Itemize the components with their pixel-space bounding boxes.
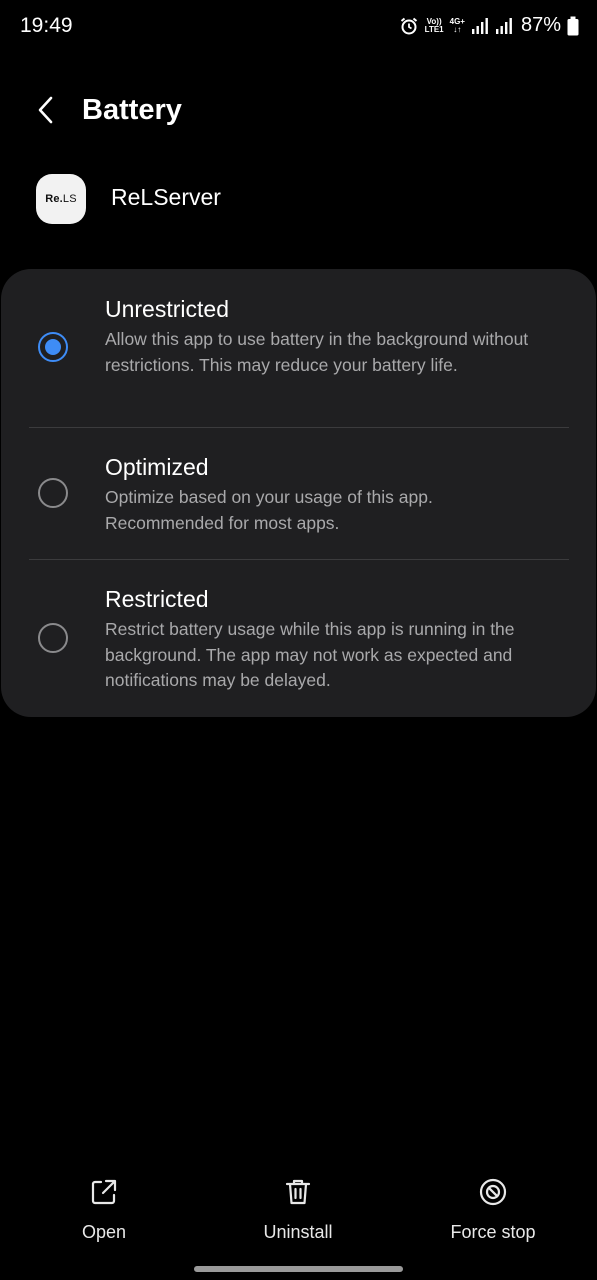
option-description: Optimize based on your usage of this app… [105, 487, 433, 533]
radio-button-unrestricted[interactable] [38, 332, 68, 362]
uninstall-label: Uninstall [263, 1222, 333, 1242]
home-indicator[interactable] [194, 1266, 403, 1272]
open-external-icon [88, 1176, 120, 1208]
app-icon-text: LS [62, 193, 77, 205]
option-optimized[interactable]: Optimized Optimize based on your usage o… [1, 428, 596, 559]
force-stop-label: Force stop [450, 1222, 536, 1242]
back-button[interactable] [28, 94, 64, 130]
chevron-left-icon [35, 95, 57, 130]
force-stop-button[interactable]: Force stop [418, 1176, 568, 1248]
battery-options-card: Unrestricted Allow this app to use batte… [1, 269, 596, 717]
option-description: Allow this app to use battery in the bac… [105, 329, 529, 375]
app-icon: Re.LS [36, 174, 86, 224]
app-info-row: Re.LS ReLServer [0, 172, 597, 224]
trash-icon [282, 1176, 314, 1208]
signal-icon [471, 17, 489, 35]
radio-button-optimized[interactable] [38, 478, 68, 508]
battery-percent: 87% [520, 14, 561, 36]
battery-icon [567, 16, 579, 36]
app-icon-text-bold: Re. [45, 193, 63, 205]
option-restricted[interactable]: Restricted Restrict battery usage while … [1, 560, 596, 717]
header: Battery [0, 84, 597, 140]
app-name: ReLServer [111, 184, 221, 210]
option-title: Unrestricted [105, 296, 229, 322]
option-description: Restrict battery usage while this app is… [105, 619, 515, 690]
signal-icon [495, 17, 513, 35]
force-stop-icon [477, 1176, 509, 1208]
option-unrestricted[interactable]: Unrestricted Allow this app to use batte… [1, 269, 596, 427]
option-title: Restricted [105, 586, 209, 612]
radio-button-restricted[interactable] [38, 623, 68, 653]
option-title: Optimized [105, 454, 209, 480]
uninstall-button[interactable]: Uninstall [223, 1176, 373, 1248]
open-label: Open [81, 1222, 127, 1242]
alarm-icon [399, 16, 419, 36]
status-bar: 19:49 Vo)) LTE1 4G+ ↓↑ 87% [0, 0, 597, 54]
status-icons: Vo)) LTE1 4G+ ↓↑ 87% [399, 14, 579, 37]
network-4g-icon: 4G+ ↓↑ [449, 16, 465, 34]
lte-label: LTE1 [424, 24, 444, 34]
volte-icon: Vo)) LTE1 [424, 17, 444, 34]
open-button[interactable]: Open [29, 1176, 179, 1248]
page-title: Battery [82, 94, 182, 126]
bottom-action-bar: Open Uninstall Force stop [0, 1176, 597, 1256]
status-time: 19:49 [20, 14, 73, 37]
